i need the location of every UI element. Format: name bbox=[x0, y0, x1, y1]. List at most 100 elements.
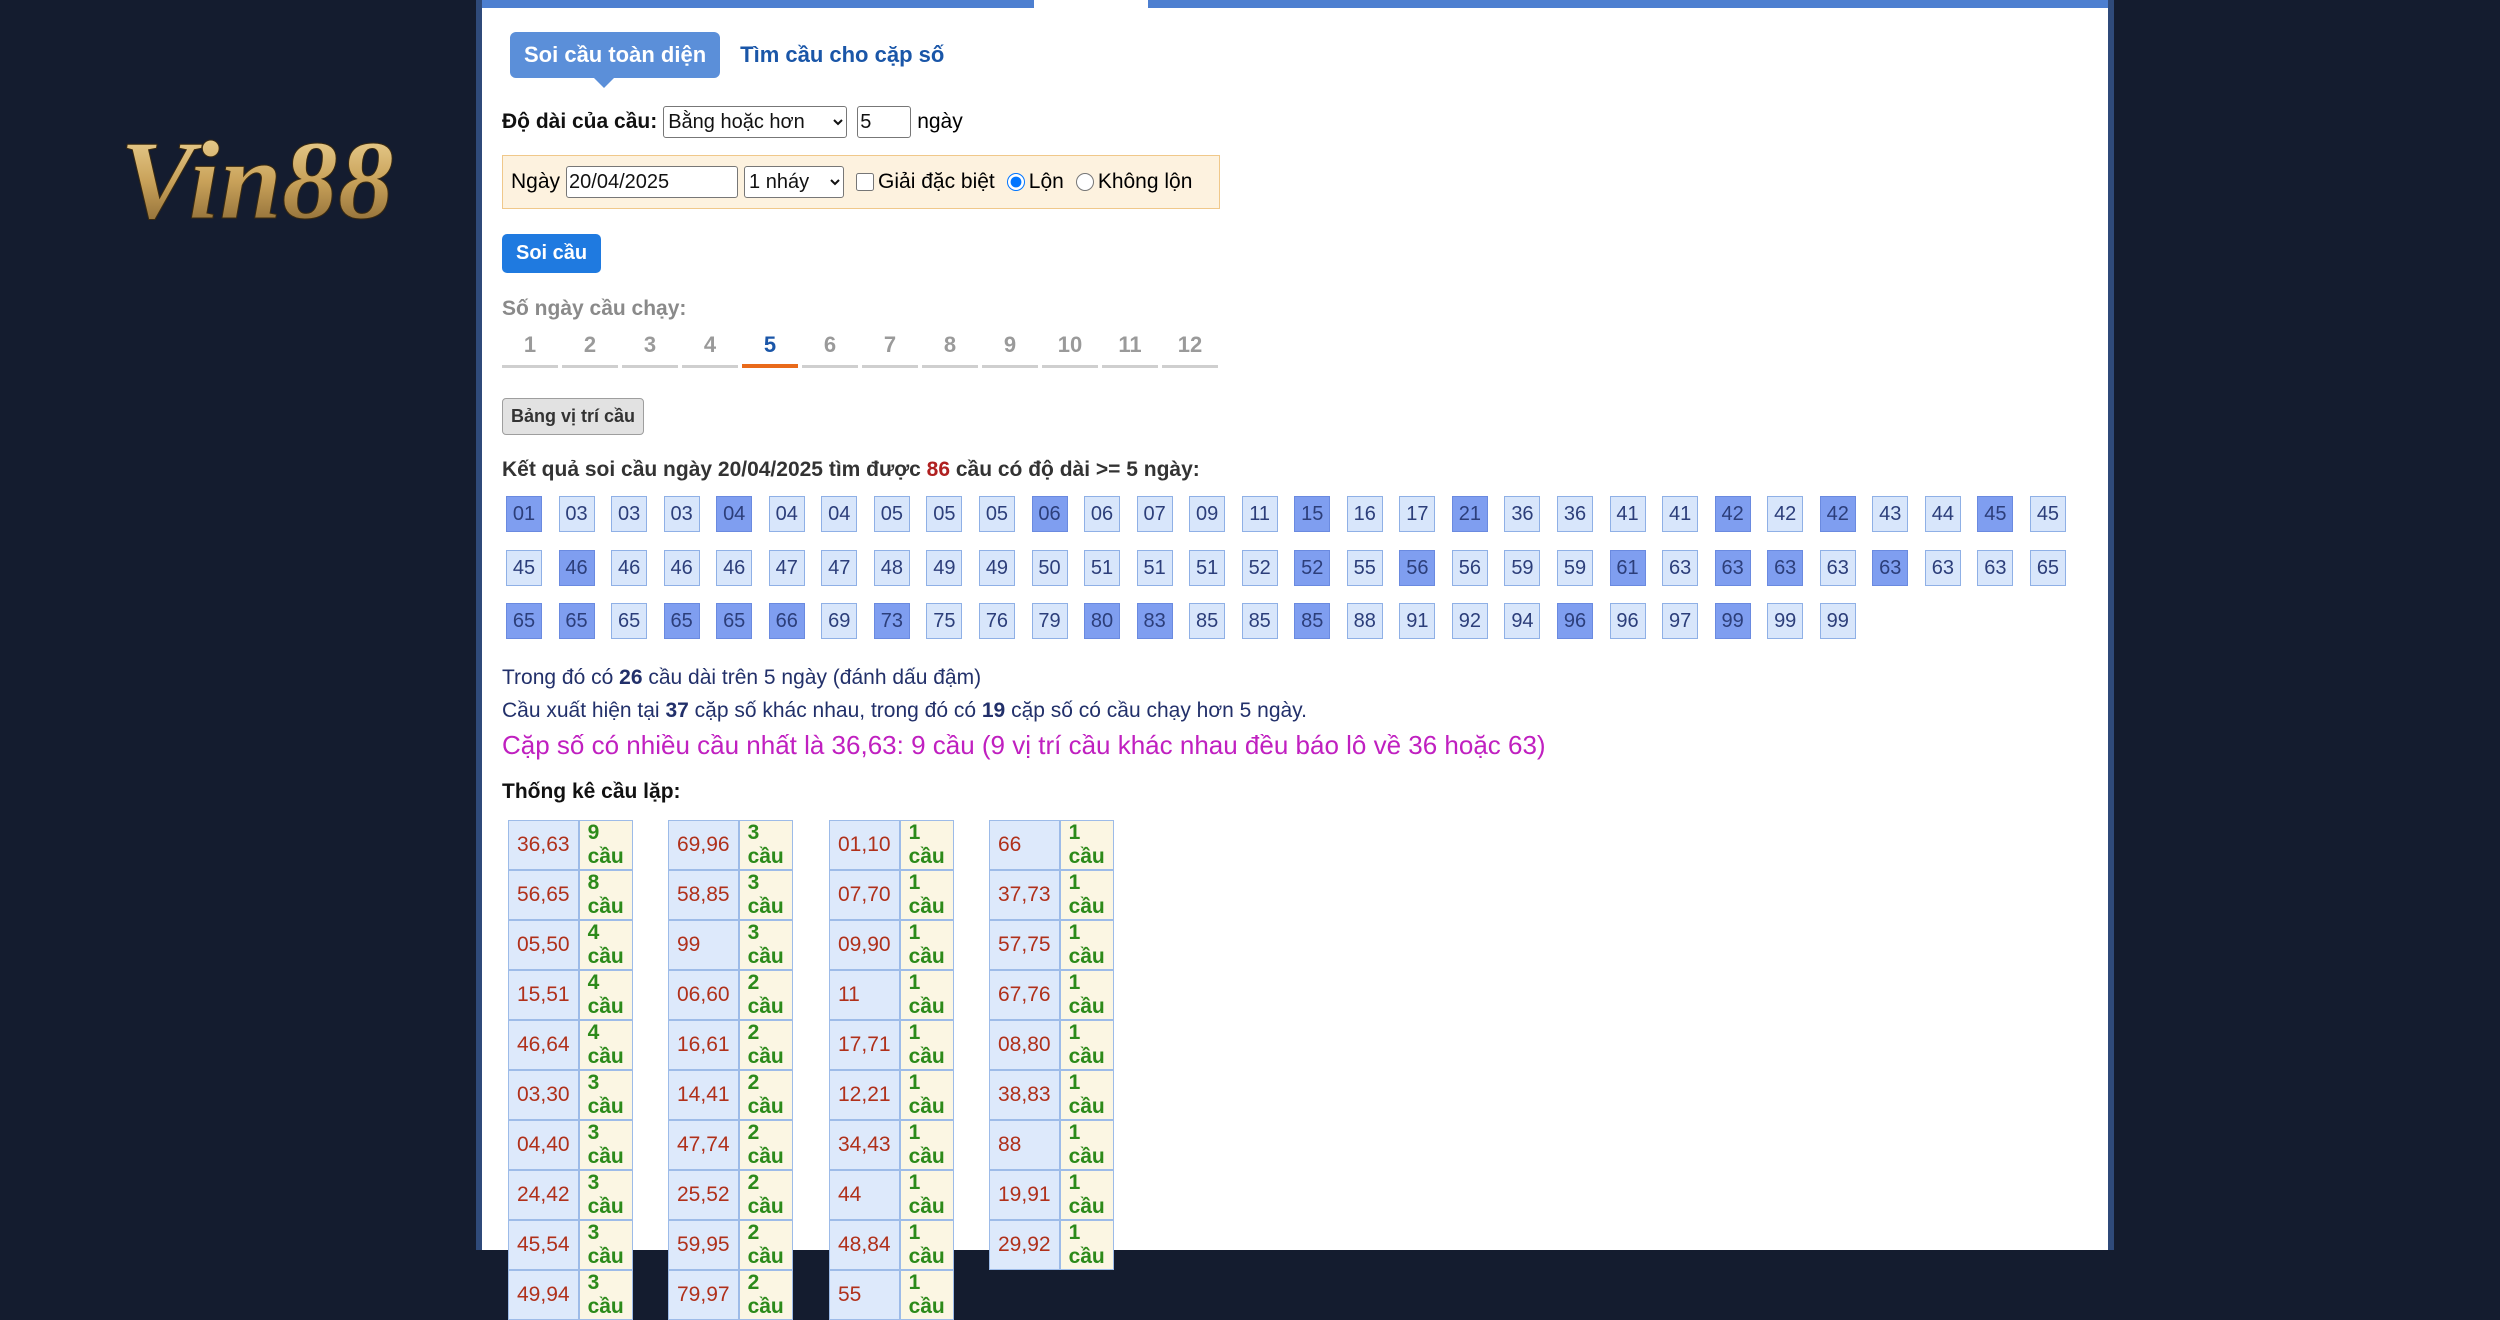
stats-pair[interactable]: 04,40 bbox=[508, 1120, 579, 1170]
day-tab-3[interactable]: 3 bbox=[622, 332, 678, 368]
nhay-select[interactable]: 1 nháy bbox=[744, 166, 845, 198]
stats-pair[interactable]: 66 bbox=[989, 820, 1060, 870]
number-cell[interactable]: 51 bbox=[1189, 549, 1226, 586]
number-cell[interactable]: 51 bbox=[1136, 549, 1173, 586]
number-cell[interactable]: 99 bbox=[1819, 603, 1856, 639]
stats-pair[interactable]: 07,70 bbox=[829, 870, 900, 920]
stats-pair[interactable]: 55 bbox=[829, 1270, 900, 1320]
number-cell[interactable]: 80 bbox=[1084, 603, 1121, 639]
day-tab-1[interactable]: 1 bbox=[502, 332, 558, 368]
number-cell[interactable]: 04 bbox=[821, 496, 858, 532]
number-cell[interactable]: 16 bbox=[1346, 496, 1383, 532]
number-cell[interactable]: 91 bbox=[1399, 603, 1436, 639]
number-cell[interactable]: 52 bbox=[1294, 549, 1331, 586]
number-cell[interactable]: 66 bbox=[768, 603, 805, 639]
stats-pair[interactable]: 58,85 bbox=[668, 870, 739, 920]
number-cell[interactable]: 21 bbox=[1451, 496, 1488, 532]
number-cell[interactable]: 97 bbox=[1662, 603, 1699, 639]
number-cell[interactable]: 99 bbox=[1767, 603, 1804, 639]
stats-pair[interactable]: 09,90 bbox=[829, 920, 900, 970]
day-tab-9[interactable]: 9 bbox=[982, 332, 1038, 368]
stats-pair[interactable]: 34,43 bbox=[829, 1120, 900, 1170]
tab-tim-cau-cho-cap-so[interactable]: Tìm cầu cho cặp số bbox=[740, 42, 944, 68]
stats-pair[interactable]: 47,74 bbox=[668, 1120, 739, 1170]
day-tab-4[interactable]: 4 bbox=[682, 332, 738, 368]
number-cell[interactable]: 03 bbox=[611, 496, 648, 532]
day-tab-5[interactable]: 5 bbox=[742, 332, 798, 368]
number-cell[interactable]: 63 bbox=[1662, 549, 1699, 586]
stats-pair[interactable]: 79,97 bbox=[668, 1270, 739, 1320]
number-cell[interactable]: 61 bbox=[1609, 549, 1646, 586]
number-cell[interactable]: 63 bbox=[1977, 549, 2014, 586]
number-cell[interactable]: 92 bbox=[1451, 603, 1488, 639]
number-cell[interactable]: 79 bbox=[1031, 603, 1068, 639]
number-cell[interactable]: 11 bbox=[1241, 496, 1278, 532]
position-table-button[interactable]: Bảng vị trí cầu bbox=[502, 398, 645, 435]
stats-pair[interactable]: 24,42 bbox=[508, 1170, 579, 1220]
stats-pair[interactable]: 38,83 bbox=[989, 1070, 1060, 1120]
number-cell[interactable]: 83 bbox=[1136, 603, 1173, 639]
number-cell[interactable]: 49 bbox=[926, 549, 963, 586]
stats-pair[interactable]: 06,60 bbox=[668, 970, 739, 1020]
number-cell[interactable]: 45 bbox=[2029, 496, 2066, 532]
stats-pair[interactable]: 44 bbox=[829, 1170, 900, 1220]
number-cell[interactable]: 85 bbox=[1189, 603, 1226, 639]
day-tab-8[interactable]: 8 bbox=[922, 332, 978, 368]
stats-pair[interactable]: 57,75 bbox=[989, 920, 1060, 970]
tab-soi-cau-toan-dien[interactable]: Soi cầu toàn diện bbox=[510, 32, 721, 88]
number-cell[interactable]: 04 bbox=[716, 496, 753, 532]
day-tab-10[interactable]: 10 bbox=[1042, 332, 1098, 368]
number-cell[interactable]: 48 bbox=[873, 549, 910, 586]
khong-lon-radio[interactable] bbox=[1075, 173, 1094, 191]
soi-cau-button[interactable]: Soi cầu bbox=[502, 234, 602, 273]
number-cell[interactable]: 73 bbox=[873, 603, 910, 639]
stats-pair[interactable]: 67,76 bbox=[989, 970, 1060, 1020]
number-cell[interactable]: 03 bbox=[663, 496, 700, 532]
lon-radio[interactable] bbox=[1006, 173, 1025, 191]
stats-pair[interactable]: 16,61 bbox=[668, 1020, 739, 1070]
number-cell[interactable]: 96 bbox=[1557, 603, 1593, 639]
number-cell[interactable]: 03 bbox=[558, 496, 595, 532]
number-cell[interactable]: 65 bbox=[506, 603, 542, 639]
stats-pair[interactable]: 11 bbox=[829, 970, 900, 1020]
stats-pair[interactable]: 56,65 bbox=[508, 870, 579, 920]
number-cell[interactable]: 63 bbox=[1714, 549, 1751, 586]
number-cell[interactable]: 56 bbox=[1399, 549, 1436, 586]
number-cell[interactable]: 49 bbox=[978, 549, 1015, 586]
number-cell[interactable]: 05 bbox=[926, 496, 963, 532]
stats-pair[interactable]: 05,50 bbox=[508, 920, 579, 970]
stats-pair[interactable]: 29,92 bbox=[989, 1220, 1060, 1270]
number-cell[interactable]: 46 bbox=[558, 549, 595, 586]
number-cell[interactable]: 43 bbox=[1872, 496, 1909, 532]
number-cell[interactable]: 17 bbox=[1399, 496, 1436, 532]
number-cell[interactable]: 75 bbox=[926, 603, 963, 639]
stats-pair[interactable]: 46,64 bbox=[508, 1020, 579, 1070]
stats-pair[interactable]: 12,21 bbox=[829, 1070, 900, 1120]
number-cell[interactable]: 52 bbox=[1241, 549, 1278, 586]
number-cell[interactable]: 05 bbox=[873, 496, 910, 532]
stats-pair[interactable]: 17,71 bbox=[829, 1020, 900, 1070]
number-cell[interactable]: 65 bbox=[611, 603, 648, 639]
number-cell[interactable]: 36 bbox=[1557, 496, 1593, 532]
number-cell[interactable]: 42 bbox=[1714, 496, 1751, 532]
number-cell[interactable]: 04 bbox=[768, 496, 805, 532]
stats-pair[interactable]: 69,96 bbox=[668, 820, 739, 870]
number-cell[interactable]: 69 bbox=[821, 603, 858, 639]
number-cell[interactable]: 55 bbox=[1346, 549, 1383, 586]
number-cell[interactable]: 45 bbox=[506, 549, 542, 586]
days-input[interactable] bbox=[857, 106, 912, 138]
stats-pair[interactable]: 01,10 bbox=[829, 820, 900, 870]
stats-pair[interactable]: 19,91 bbox=[989, 1170, 1060, 1220]
number-cell[interactable]: 59 bbox=[1504, 549, 1541, 586]
number-cell[interactable]: 56 bbox=[1451, 549, 1488, 586]
number-cell[interactable]: 15 bbox=[1294, 496, 1331, 532]
stats-pair[interactable]: 49,94 bbox=[508, 1270, 579, 1320]
number-cell[interactable]: 06 bbox=[1084, 496, 1121, 532]
number-cell[interactable]: 63 bbox=[1924, 549, 1961, 586]
day-tab-12[interactable]: 12 bbox=[1162, 332, 1218, 368]
number-cell[interactable]: 44 bbox=[1924, 496, 1961, 532]
stats-pair[interactable]: 14,41 bbox=[668, 1070, 739, 1120]
number-cell[interactable]: 42 bbox=[1767, 496, 1804, 532]
number-cell[interactable]: 65 bbox=[716, 603, 753, 639]
number-cell[interactable]: 01 bbox=[506, 496, 542, 532]
